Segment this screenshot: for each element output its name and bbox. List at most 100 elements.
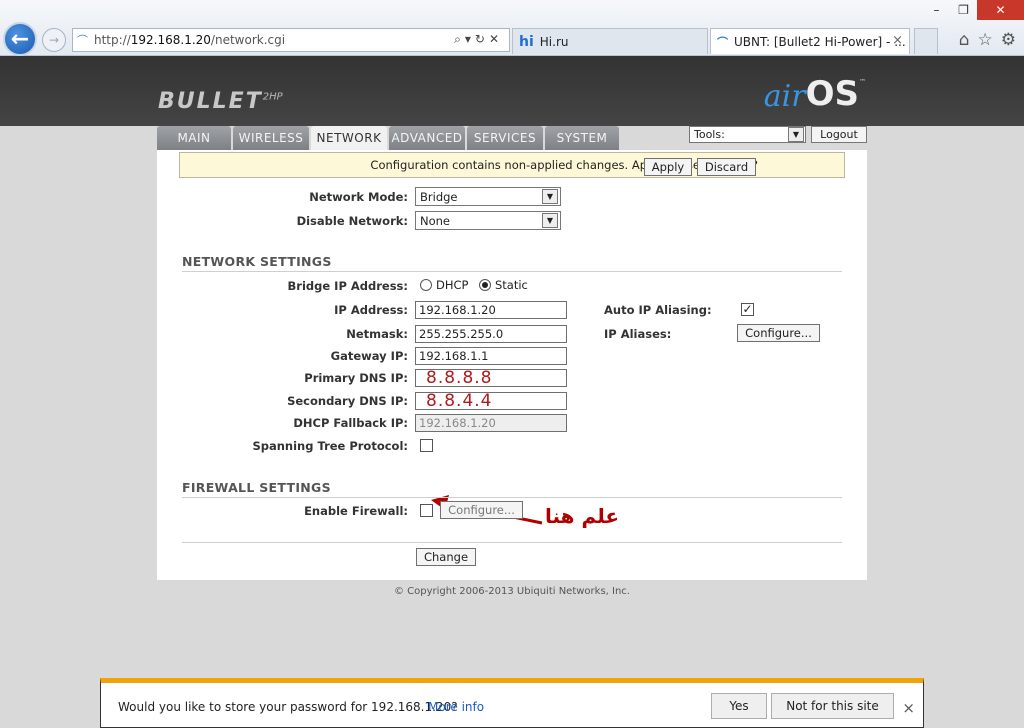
ip-aliases-label: IP Aliases: [604,327,672,341]
network-mode-value: Bridge [420,189,458,204]
browser-tab-ubnt[interactable]: ⌒ UBNT: [Bullet2 Hi-Power] - ... × [710,28,910,54]
browser-chrome: – ❐ ✕ ← → ⌒ http://192.168.1.20/network.… [0,0,1024,56]
product-brand: BULLET2HP [158,89,283,114]
new-tab-button[interactable] [914,28,938,54]
tab-services[interactable]: SERVICES [467,126,543,150]
site-favicon-icon: ⌒ [77,34,88,47]
minimize-icon[interactable]: – [923,0,950,20]
primary-dns-label: Primary DNS IP: [304,371,408,385]
tab-advanced[interactable]: ADVANCED [389,126,465,150]
secondary-dns-input[interactable]: 8.8.4.4 [415,391,567,411]
password-prompt-text: Would you like to store your password fo… [118,700,458,714]
favorites-star-icon[interactable]: ☆ [978,30,993,50]
chevron-down-icon: ▼ [542,189,558,204]
chevron-down-icon: ▼ [788,127,804,142]
logout-button[interactable]: Logout [811,126,867,143]
browser-tab-hi[interactable]: hi Hi.ru [512,28,708,54]
primary-dns-input[interactable]: 8.8.8.8 [415,368,567,388]
annotation-text: علم هنا [545,504,620,528]
dhcp-radio-label: DHCP [436,278,469,292]
dropdown-icon[interactable]: ▾ [465,32,475,46]
save-password-never-button[interactable]: Not for this site [771,693,894,719]
window-controls: – ❐ ✕ [923,0,1024,20]
password-save-bar: Would you like to store your password fo… [100,678,924,728]
ip-aliases-configure-button[interactable]: Configure... [737,324,820,342]
dhcp-radio[interactable] [420,279,432,291]
brand-name: BULLET [158,89,263,114]
search-icon[interactable]: ⌕ [454,32,465,46]
ip-address-input[interactable]: 192.168.1.20 [415,301,567,319]
disable-network-label: Disable Network: [296,214,408,228]
address-tools: ⌕▾↻✕ [454,32,503,47]
brand-model: 2HP [262,91,283,103]
disable-network-value: None [420,213,451,228]
page-body: BULLET2HP air OS ™ MAIN WIRELESS NETWORK… [0,56,1024,678]
url-host: 192.168.1.20 [130,33,211,47]
firewall-configure-button: Configure... [440,501,523,519]
dhcp-fallback-input: 192.168.1.20 [415,414,567,432]
url-prefix: http:// [94,33,131,47]
forward-button[interactable]: → [42,28,66,52]
static-radio[interactable] [479,279,491,291]
enable-firewall-label: Enable Firewall: [304,504,408,518]
address-bar[interactable]: ⌒ http://192.168.1.20/network.cgi ⌕▾↻✕ [72,28,510,52]
tab-wireless[interactable]: WIRELESS [233,126,309,150]
tab-network[interactable]: NETWORK [311,126,387,150]
disable-network-select[interactable]: None ▼ [415,211,561,230]
tab-close-icon[interactable]: × [892,33,903,48]
discard-button[interactable]: Discard [697,158,756,176]
form-divider [182,542,842,543]
checkmark-icon: ✓ [742,302,753,316]
secondary-dns-label: Secondary DNS IP: [287,394,408,408]
url-path: /network.cgi [210,33,286,47]
copyright-text: © Copyright 2006-2013 Ubiquiti Networks,… [394,586,630,597]
network-mode-label: Network Mode: [309,190,408,204]
chevron-down-icon: ▼ [542,213,558,228]
back-arrow-icon: ← [10,26,30,52]
netmask-input[interactable]: 255.255.255.0 [415,325,567,343]
netmask-label: Netmask: [346,327,408,341]
back-button[interactable]: ← [3,22,37,56]
network-settings-heading: NETWORK SETTINGS [182,254,842,272]
dhcp-fallback-label: DHCP Fallback IP: [293,416,408,430]
more-info-link[interactable]: More info [428,700,484,714]
save-password-yes-button[interactable]: Yes [711,693,767,719]
close-icon[interactable]: × [902,699,915,717]
window-close-icon[interactable]: ✕ [977,0,1024,20]
tab-label: Hi.ru [539,34,569,49]
stp-label: Spanning Tree Protocol: [252,439,408,453]
bridge-ip-label: Bridge IP Address: [287,279,408,293]
browser-toolbar-icons: ⌂ ☆ ⚙ [959,30,1016,50]
auto-ip-aliasing-checkbox[interactable]: ✓ [741,303,754,316]
hi-favicon-icon: hi [519,33,534,50]
static-radio-label: Static [495,278,528,292]
logo-tm: ™ [859,78,866,86]
tools-select-value: Tools: [694,128,725,141]
logo-os: OS [805,74,859,114]
stop-icon[interactable]: ✕ [489,32,503,46]
main-nav-tabs: MAIN WIRELESS NETWORK ADVANCED SERVICES … [157,126,619,150]
settings-gear-icon[interactable]: ⚙ [1001,30,1016,50]
ubnt-favicon-icon: ⌒ [717,35,728,49]
tab-label: UBNT: [Bullet2 Hi-Power] - ... [734,34,906,49]
tab-system[interactable]: SYSTEM [545,126,619,150]
network-mode-select[interactable]: Bridge ▼ [415,187,561,206]
ip-address-label: IP Address: [334,303,408,317]
refresh-icon[interactable]: ↻ [475,32,489,46]
network-config-panel: Configuration contains non-applied chang… [157,150,867,580]
gateway-input[interactable]: 192.168.1.1 [415,347,567,365]
home-icon[interactable]: ⌂ [959,30,970,50]
apply-button[interactable]: Apply [644,158,692,176]
firewall-settings-heading: FIREWALL SETTINGS [182,480,842,498]
logo-air: air [763,79,806,114]
tab-main[interactable]: MAIN [157,126,231,150]
auto-ip-aliasing-label: Auto IP Aliasing: [604,303,712,317]
stp-checkbox[interactable] [420,439,433,452]
enable-firewall-checkbox[interactable] [420,504,433,517]
tools-select[interactable]: Tools: ▼ [689,126,806,143]
url-text: http://192.168.1.20/network.cgi [94,33,285,47]
forward-arrow-icon: → [48,33,60,47]
change-button[interactable]: Change [416,548,476,566]
restore-icon[interactable]: ❐ [950,0,977,20]
gateway-label: Gateway IP: [330,349,408,363]
